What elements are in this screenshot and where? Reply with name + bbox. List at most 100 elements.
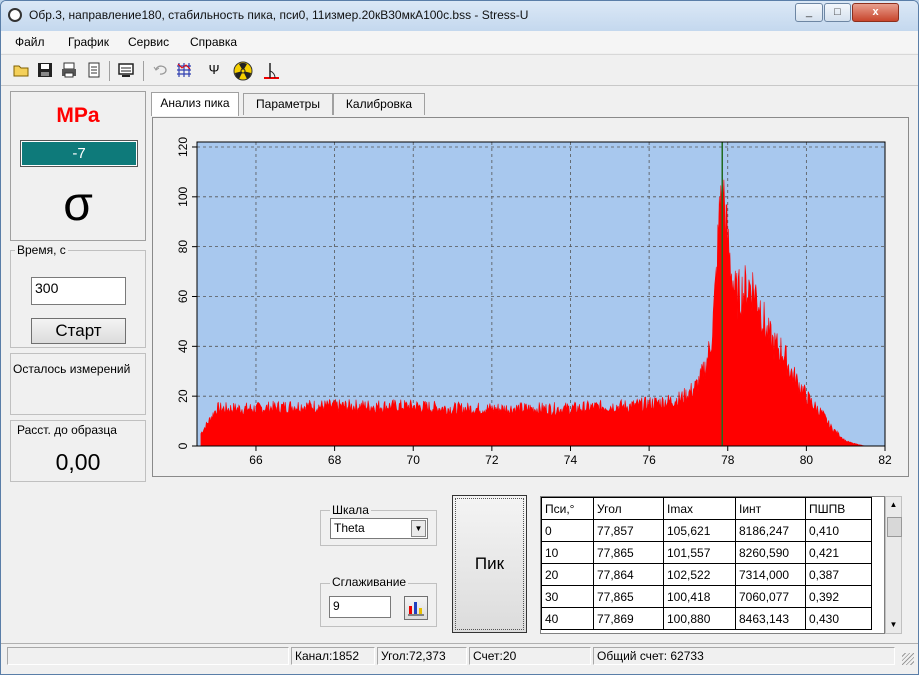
distance-label: Расст. до образца (15, 423, 119, 437)
table-cell[interactable]: 8260,590 (735, 541, 806, 564)
smoothing-label: Сглаживание (330, 575, 409, 589)
table-row[interactable]: 20 77,864 102,522 7314,000 0,387 (541, 563, 872, 586)
table-cell[interactable]: 77,857 (593, 519, 664, 542)
tab-parameters[interactable]: Параметры (243, 93, 333, 115)
table-cell[interactable]: 0,387 (805, 563, 872, 586)
menu-service[interactable]: Сервис (128, 35, 169, 49)
distance-value: 0,00 (55, 449, 101, 475)
table-cell[interactable]: 30 (541, 585, 594, 608)
smoothing-input[interactable]: 9 (329, 596, 391, 618)
table-cell[interactable]: 77,865 (593, 585, 664, 608)
scale-group: Шкала Theta ▼ (320, 503, 437, 546)
tab-calibration[interactable]: Калибровка (333, 93, 425, 115)
table-cell[interactable]: 102,522 (663, 563, 736, 586)
table-header-row[interactable]: Пси,° Угол Imax Iинт ПШПВ (541, 497, 872, 520)
y-tick-label: 80 (176, 240, 190, 254)
x-tick-label: 76 (642, 453, 656, 467)
table-cell[interactable]: 0,392 (805, 585, 872, 608)
bar-chart-icon (408, 602, 424, 616)
grid-icon[interactable] (175, 61, 193, 79)
x-tick-label: 82 (878, 453, 892, 467)
table-cell[interactable]: 20 (541, 563, 594, 586)
scroll-down-icon[interactable]: ▼ (886, 617, 901, 633)
table-cell[interactable]: 105,621 (663, 519, 736, 542)
y-tick-label: 20 (176, 389, 190, 403)
table-cell[interactable]: 101,557 (663, 541, 736, 564)
maximize-button[interactable]: □ (824, 3, 851, 22)
table-cell[interactable]: 40 (541, 607, 594, 630)
peak-button[interactable]: Пик (452, 495, 527, 633)
table-cell[interactable]: 77,864 (593, 563, 664, 586)
chevron-down-icon[interactable]: ▼ (411, 520, 426, 537)
resize-grip-icon[interactable] (902, 653, 914, 665)
table-row[interactable]: 10 77,865 101,557 8260,590 0,421 (541, 541, 872, 564)
column-header[interactable]: Пси,° (541, 497, 594, 520)
table-cell[interactable]: 0,430 (805, 607, 872, 630)
table-scrollbar[interactable]: ▲ ▼ (885, 496, 902, 634)
undo-icon[interactable] (151, 61, 169, 79)
print-icon[interactable] (60, 61, 78, 79)
status-empty-cell (7, 647, 289, 665)
menu-graph[interactable]: График (68, 35, 109, 49)
table-row[interactable]: 40 77,869 100,880 8463,143 0,430 (541, 607, 872, 630)
close-button[interactable]: x (852, 3, 899, 22)
angle-icon[interactable] (261, 61, 279, 79)
toolbar-separator (143, 61, 144, 81)
table-cell[interactable]: 8463,143 (735, 607, 806, 630)
y-tick-label: 40 (176, 339, 190, 353)
x-tick-label: 80 (800, 453, 814, 467)
table-cell[interactable]: 100,418 (663, 585, 736, 608)
x-tick-label: 66 (249, 453, 263, 467)
x-tick-label: 78 (721, 453, 735, 467)
menu-bar: Файл График Сервис Справка (1, 31, 918, 53)
scale-select[interactable]: Theta ▼ (330, 518, 428, 539)
column-header[interactable]: Iинт (735, 497, 806, 520)
sigma-symbol: σ (63, 178, 93, 231)
open-folder-icon[interactable] (12, 61, 30, 79)
toolbar-separator (109, 61, 110, 81)
histogram-chart: 66 68 70 72 74 76 78 80 82 0 20 40 60 80 100 120 (176, 137, 892, 467)
scroll-thumb[interactable] (887, 517, 902, 537)
table-cell[interactable]: 8186,247 (735, 519, 806, 542)
status-angle: Угол:72,373 (377, 647, 467, 665)
table-cell[interactable]: 7060,077 (735, 585, 806, 608)
smoothing-apply-button[interactable] (404, 596, 428, 620)
save-icon[interactable] (36, 61, 54, 79)
y-tick-label: 60 (176, 289, 190, 303)
remaining-label: Осталось измерений (11, 362, 133, 376)
time-label: Время, с (15, 243, 68, 257)
column-header[interactable]: Imax (663, 497, 736, 520)
table-row[interactable]: 0 77,857 105,621 8186,247 0,410 (541, 519, 872, 542)
status-count: Счет:20 (469, 647, 591, 665)
minimize-button[interactable]: _ (795, 3, 823, 22)
table-cell[interactable]: 100,880 (663, 607, 736, 630)
table-cell[interactable]: 0,421 (805, 541, 872, 564)
menu-file[interactable]: Файл (15, 35, 45, 49)
table-cell[interactable]: 77,865 (593, 541, 664, 564)
status-total: Общий счет: 62733 (593, 647, 895, 665)
table-cell[interactable]: 7314,000 (735, 563, 806, 586)
time-input[interactable]: 300 (31, 277, 126, 305)
table-cell[interactable]: 0 (541, 519, 594, 542)
table-row[interactable]: 30 77,865 100,418 7060,077 0,392 (541, 585, 872, 608)
y-tick-label: 120 (176, 137, 190, 157)
stress-value: -7 (20, 140, 138, 167)
scroll-up-icon[interactable]: ▲ (886, 497, 901, 513)
column-header[interactable]: ПШПВ (805, 497, 872, 520)
menu-help[interactable]: Справка (190, 35, 237, 49)
start-button[interactable]: Старт (31, 318, 126, 344)
tab-peak-analysis[interactable]: Анализ пика (151, 92, 239, 116)
title-bar: Обр.3, направление180, стабильность пика… (1, 1, 918, 31)
psi-icon[interactable]: Ψ (205, 61, 223, 79)
table-cell[interactable]: 77,869 (593, 607, 664, 630)
radiation-icon[interactable] (233, 61, 253, 81)
toolbar: Ψ (1, 54, 918, 86)
screen-icon[interactable] (117, 61, 135, 79)
clipboard-icon[interactable] (85, 61, 103, 79)
app-window: Обр.3, направление180, стабильность пика… (0, 0, 919, 675)
table-cell[interactable]: 10 (541, 541, 594, 564)
x-tick-label: 72 (485, 453, 499, 467)
column-header[interactable]: Угол (593, 497, 664, 520)
distance-group: Расст. до образца 0,00 (10, 420, 146, 482)
table-cell[interactable]: 0,410 (805, 519, 872, 542)
